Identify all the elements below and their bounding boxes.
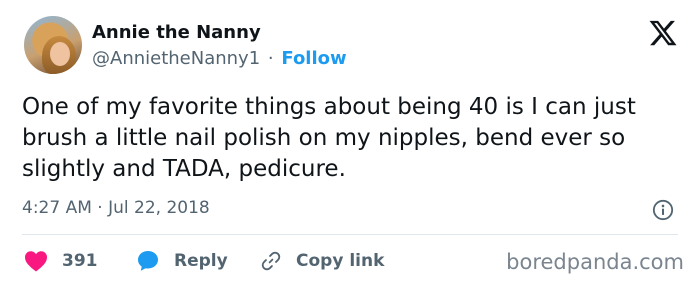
copy-link-button[interactable]: Copy link bbox=[260, 248, 384, 274]
x-logo-icon[interactable] bbox=[648, 18, 678, 48]
reply-button[interactable]: Reply bbox=[136, 248, 228, 274]
avatar-face bbox=[50, 42, 70, 66]
follow-button[interactable]: Follow bbox=[281, 48, 346, 69]
like-count: 391 bbox=[62, 251, 98, 271]
separator-dot: · bbox=[267, 48, 274, 69]
speech-bubble-icon bbox=[138, 251, 158, 271]
author-display-name[interactable]: Annie the Nanny bbox=[92, 22, 261, 43]
author-handle-row: @AnnietheNanny1 · Follow bbox=[92, 48, 347, 69]
heart-icon bbox=[25, 251, 47, 272]
reply-label: Reply bbox=[174, 251, 228, 271]
link-icon bbox=[261, 251, 281, 271]
divider bbox=[22, 234, 678, 235]
author-handle[interactable]: @AnnietheNanny1 bbox=[92, 48, 260, 69]
copy-link-label: Copy link bbox=[296, 251, 385, 271]
tweet-text: One of my favorite things about being 40… bbox=[22, 94, 636, 182]
tweet-card: Annie the Nanny @AnnietheNanny1 · Follow… bbox=[0, 0, 700, 287]
watermark: boredpanda.com bbox=[506, 250, 684, 274]
info-icon[interactable] bbox=[652, 199, 674, 221]
avatar[interactable] bbox=[24, 16, 82, 74]
tweet-timestamp[interactable]: 4:27 AM · Jul 22, 2018 bbox=[22, 198, 210, 218]
like-button[interactable]: 391 bbox=[24, 248, 98, 274]
